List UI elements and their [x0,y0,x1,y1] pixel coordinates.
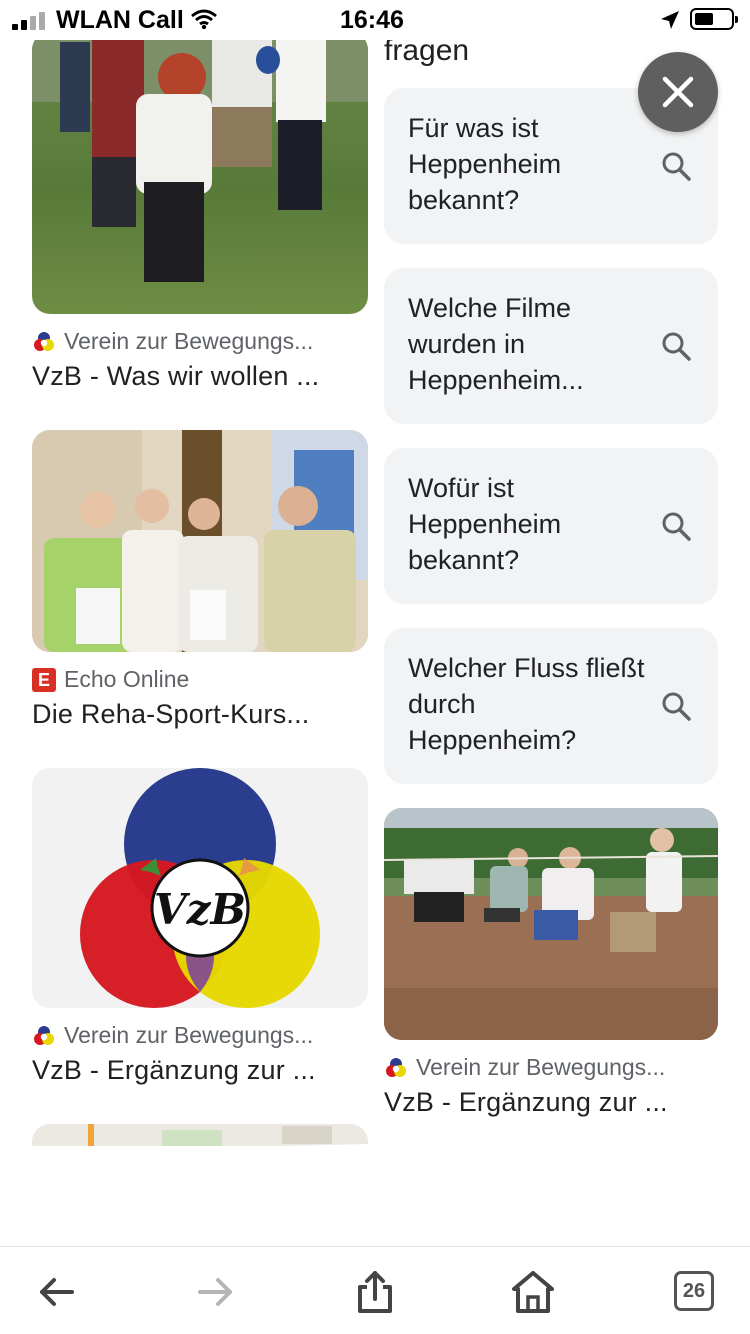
image-result-card[interactable]: E Echo Online Die Reha-Sport-Kurs... [32,430,368,730]
result-source: Verein zur Bewegungs... [32,328,368,355]
result-source: E Echo Online [32,666,368,693]
result-title[interactable]: VzB - Ergänzung zur ... [384,1087,718,1118]
close-button[interactable] [638,52,718,132]
results-grid: Verein zur Bewegungs... VzB - Was wir wo… [0,40,750,1146]
battery-icon [690,8,738,30]
question-text: Für was ist Heppenheim bekannt? [408,113,562,215]
search-icon[interactable] [660,330,692,362]
vzb-favicon-icon [34,1025,54,1045]
wifi-icon [191,9,217,30]
status-bar: WLAN Call 16:46 [0,0,750,40]
image-result-card[interactable]: Verein zur Bewegungs... VzB - Ergänzung … [384,808,718,1118]
vzb-favicon-icon [34,331,54,351]
share-icon[interactable] [350,1267,400,1317]
tabs-button[interactable]: 26 [674,1271,714,1311]
forward-arrow-icon[interactable] [190,1267,240,1317]
search-icon[interactable] [660,690,692,722]
group-exercise-photo[interactable] [32,40,368,314]
bottom-toolbar: 26 [0,1246,750,1334]
search-icon[interactable] [660,150,692,182]
outdoor-exercise-photo[interactable] [384,808,718,1040]
section-heading: fragen [384,40,470,67]
signal-icon [12,12,48,30]
carrier-label: WLAN Call [56,6,184,34]
seniors-certificates-photo[interactable] [32,430,368,652]
question-text: Welche Filme wurden in Heppenheim... [408,293,584,395]
result-source: Verein zur Bewegungs... [32,1022,368,1049]
echo-online-favicon-icon: E [32,667,56,692]
result-title[interactable]: VzB - Was wir wollen ... [32,361,368,392]
back-arrow-icon[interactable] [32,1267,82,1317]
clock: 16:46 [340,6,404,34]
close-icon [662,76,694,108]
location-arrow-icon [661,11,679,29]
image-result-card[interactable] [32,1124,368,1146]
result-title[interactable]: Die Reha-Sport-Kurs... [32,699,368,730]
result-source: Verein zur Bewegungs... [384,1054,718,1081]
home-icon[interactable] [508,1267,558,1317]
result-title[interactable]: VzB - Ergänzung zur ... [32,1055,368,1086]
related-question-card[interactable]: Wofür ist Heppenheim bekannt? [384,448,718,604]
map-thumbnail[interactable] [32,1124,368,1146]
vzb-favicon-icon [386,1057,406,1077]
question-text: Wofür ist Heppenheim bekannt? [408,473,562,575]
image-result-card[interactable]: VzB Verein zur Bewegungs... VzB - Ergänz… [32,768,368,1086]
image-result-card[interactable]: Verein zur Bewegungs... VzB - Was wir wo… [32,40,368,392]
related-question-card[interactable]: Welcher Fluss fließt durch Heppenheim? [384,628,718,784]
vzb-logo-text: VzB [154,885,246,934]
question-text: Welcher Fluss fließt durch Heppenheim? [408,653,645,755]
related-question-card[interactable]: Welche Filme wurden in Heppenheim... [384,268,718,424]
vzb-logo-image[interactable]: VzB [32,768,368,1008]
search-icon[interactable] [660,510,692,542]
